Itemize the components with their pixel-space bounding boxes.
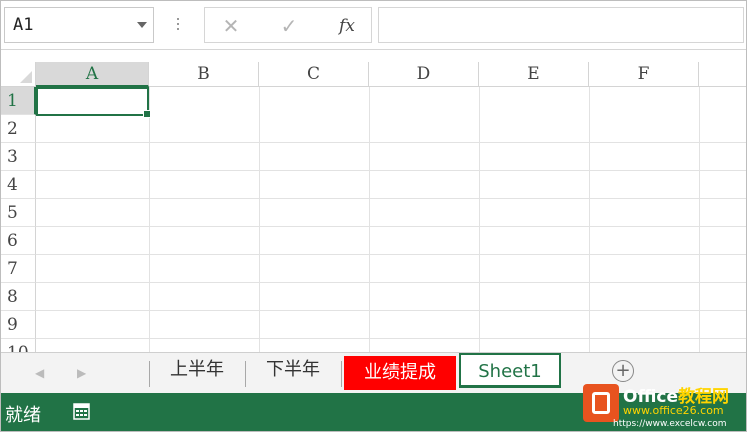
grid-line (369, 87, 370, 352)
row-header-5[interactable]: 5 (1, 199, 36, 227)
formula-input[interactable] (378, 7, 744, 43)
add-sheet-button[interactable]: + (612, 360, 634, 382)
fill-handle[interactable] (143, 110, 151, 118)
grid-line (36, 170, 746, 171)
row-header-10[interactable]: 10 (1, 339, 36, 352)
enter-icon[interactable]: ✓ (275, 14, 303, 38)
more-options-icon[interactable] (176, 15, 180, 35)
grid-line (36, 338, 746, 339)
grid-line (259, 87, 260, 352)
grid-line (36, 198, 746, 199)
chevron-down-icon[interactable] (137, 22, 147, 28)
tab-divider (149, 361, 150, 387)
tab-divider (245, 361, 246, 387)
row-header-8[interactable]: 8 (1, 283, 36, 311)
grid-line (36, 142, 746, 143)
grid-line (36, 310, 746, 311)
column-header-c[interactable]: C (259, 62, 369, 87)
row-header-7[interactable]: 7 (1, 255, 36, 283)
grid-line (589, 87, 590, 352)
cancel-icon[interactable]: ✕ (217, 14, 245, 38)
row-header-9[interactable]: 9 (1, 311, 36, 339)
select-all-corner[interactable] (1, 62, 36, 87)
name-box-value: A1 (13, 15, 34, 35)
row-header-1[interactable]: 1 (1, 87, 36, 115)
tab-sheet1[interactable]: Sheet1 (459, 353, 561, 388)
grid-line (699, 87, 700, 352)
office-logo-icon (583, 384, 619, 422)
insert-function-icon[interactable]: fx (333, 14, 361, 38)
grid-line (149, 87, 150, 352)
excel-window: A1 ✕ ✓ fx A B C D E F 1 2 3 4 5 6 7 8 9 … (0, 0, 747, 432)
status-ready-text: 就绪 (5, 405, 41, 426)
tab-xia-ban-nian[interactable]: 下半年 (247, 353, 339, 387)
row-header-2[interactable]: 2 (1, 115, 36, 143)
formula-bar: A1 ✕ ✓ fx (1, 1, 746, 50)
grid-line (36, 282, 746, 283)
tab-shang-ban-nian[interactable]: 上半年 (151, 353, 243, 387)
grid-line (36, 226, 746, 227)
row-header-3[interactable]: 3 (1, 143, 36, 171)
active-cell-a1[interactable] (36, 87, 151, 118)
row-header-4[interactable]: 4 (1, 171, 36, 199)
column-header-a[interactable]: A (36, 62, 149, 87)
tab-divider (341, 361, 342, 387)
worksheet-grid[interactable]: A B C D E F 1 2 3 4 5 6 7 8 9 10 (1, 50, 746, 352)
column-header-b[interactable]: B (149, 62, 259, 87)
grid-line (36, 254, 746, 255)
macro-record-icon[interactable] (73, 403, 90, 420)
column-header-f[interactable]: F (589, 62, 699, 87)
name-box[interactable]: A1 (4, 7, 154, 43)
tab-ye-ji-ti-cheng[interactable]: 业绩提成 (344, 356, 456, 390)
column-header-g[interactable] (699, 62, 746, 87)
grid-line (479, 87, 480, 352)
watermark-site-2: https://www.excelcw.com (613, 419, 727, 429)
row-header-6[interactable]: 6 (1, 227, 36, 255)
watermark: Office教程网 www.office26.com https://www.e… (583, 382, 746, 431)
column-header-e[interactable]: E (479, 62, 589, 87)
column-header-d[interactable]: D (369, 62, 479, 87)
formula-buttons: ✕ ✓ fx (204, 7, 372, 43)
scroll-tabs-right-icon[interactable]: ▶ (77, 366, 86, 380)
scroll-tabs-left-icon[interactable]: ◀ (35, 366, 44, 380)
watermark-site: www.office26.com (623, 404, 724, 417)
